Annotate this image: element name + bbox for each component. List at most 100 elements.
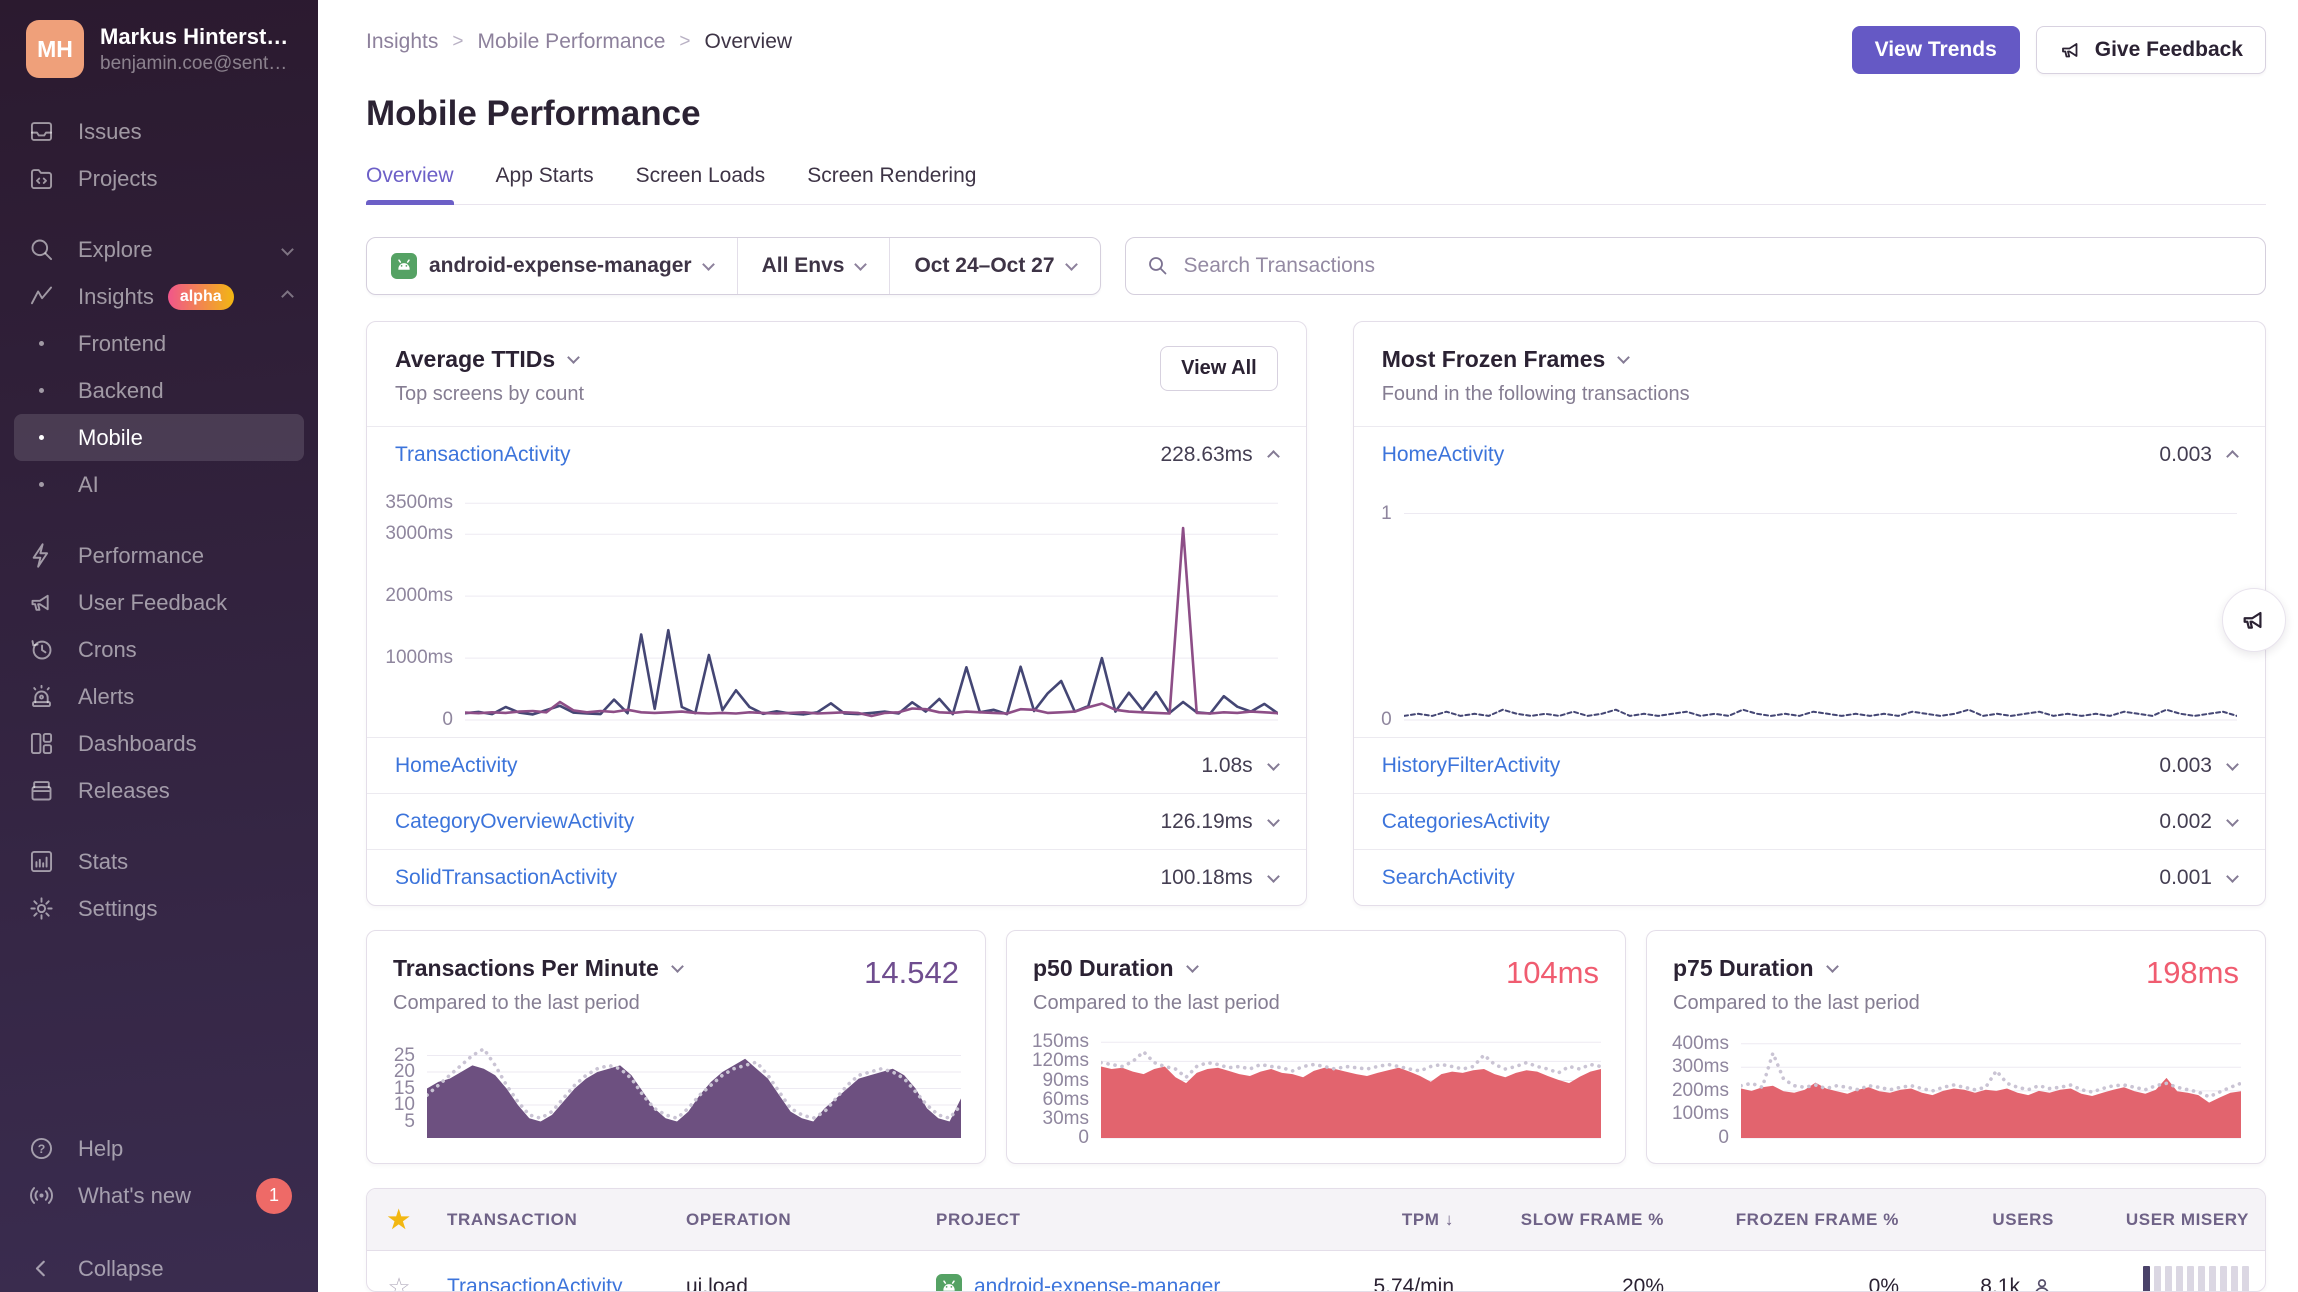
column-header-tpm[interactable]: TPM ↓ xyxy=(1290,1210,1470,1230)
sidebar-item-backend[interactable]: Backend xyxy=(14,367,304,414)
sidebar-item-alerts[interactable]: Alerts xyxy=(14,673,304,720)
p50-title[interactable]: p50 Duration xyxy=(1033,955,1280,982)
sidebar-item-help[interactable]: ? Help xyxy=(14,1125,304,1172)
sidebar-item-projects[interactable]: Projects xyxy=(14,155,304,202)
column-header-project[interactable]: PROJECT xyxy=(920,1210,1290,1230)
transaction-link[interactable]: HomeActivity xyxy=(395,754,518,778)
sidebar-item-insights[interactable]: Insights alpha xyxy=(14,273,304,320)
sidebar-item-stats[interactable]: Stats xyxy=(14,838,304,885)
view-trends-button[interactable]: View Trends xyxy=(1852,26,2020,74)
projects-icon xyxy=(26,165,56,192)
average-ttids-card: Average TTIDs Top screens by count View … xyxy=(366,321,1307,906)
sidebar-item-ai[interactable]: AI xyxy=(14,461,304,508)
transaction-link[interactable]: CategoriesActivity xyxy=(1382,810,1550,834)
transaction-link[interactable]: TransactionActivity xyxy=(395,443,570,467)
card-subtitle: Found in the following transactions xyxy=(1382,383,1690,406)
svg-text:?: ? xyxy=(37,1142,45,1156)
view-all-button[interactable]: View All xyxy=(1160,346,1278,391)
sidebar-item-dashboards[interactable]: Dashboards xyxy=(14,720,304,767)
bullet-icon xyxy=(26,435,56,440)
sidebar-item-issues[interactable]: Issues xyxy=(14,108,304,155)
card-title-label: p75 Duration xyxy=(1673,955,1814,982)
frozen-row-homeactivity[interactable]: HomeActivity 0.003 xyxy=(1354,427,2265,483)
ttid-row-solidtransactionactivity[interactable]: SolidTransactionActivity 100.18ms xyxy=(367,849,1306,905)
sidebar-item-frontend[interactable]: Frontend xyxy=(14,320,304,367)
card-subtitle: Compared to the last period xyxy=(1033,992,1280,1015)
average-ttids-title[interactable]: Average TTIDs xyxy=(395,346,584,373)
tab-app-starts[interactable]: App Starts xyxy=(496,164,594,204)
column-header-transaction[interactable]: TRANSACTION xyxy=(431,1210,670,1230)
frozen-row-historyfilteractivity[interactable]: HistoryFilterActivity 0.003 xyxy=(1354,737,2265,793)
column-header-users[interactable]: USERS xyxy=(1915,1210,2070,1230)
feedback-widget-button[interactable] xyxy=(2222,588,2286,652)
sidebar-item-mobile[interactable]: Mobile xyxy=(14,414,304,461)
frozen-row-categoriesactivity[interactable]: CategoriesActivity 0.002 xyxy=(1354,793,2265,849)
transaction-search[interactable] xyxy=(1125,237,2266,295)
transaction-link[interactable]: TransactionActivity xyxy=(447,1275,622,1292)
p50-duration-card: p50 Duration Compared to the last period… xyxy=(1006,930,1626,1164)
project-filter[interactable]: android-expense-manager xyxy=(367,238,737,294)
tpm-cell: 5.74/min xyxy=(1290,1275,1470,1292)
transaction-link[interactable]: SolidTransactionActivity xyxy=(395,866,617,890)
sidebar-item-label: Projects xyxy=(78,166,157,192)
sidebar-item-crons[interactable]: Crons xyxy=(14,626,304,673)
give-feedback-button[interactable]: Give Feedback xyxy=(2036,26,2266,74)
project-filter-value: android-expense-manager xyxy=(429,254,692,278)
sidebar-collapse-button[interactable]: Collapse xyxy=(14,1245,304,1292)
star-empty-icon[interactable]: ☆ xyxy=(367,1272,431,1292)
ttid-value: 100.18ms xyxy=(1160,866,1252,890)
ttid-row-categoryoverviewactivity[interactable]: CategoryOverviewActivity 126.19ms xyxy=(367,793,1306,849)
environment-filter[interactable]: All Envs xyxy=(737,238,890,294)
slow-frame-cell: 20% xyxy=(1470,1275,1680,1292)
column-header-user-misery[interactable]: USER MISERY xyxy=(2070,1210,2265,1230)
sidebar-item-user-feedback[interactable]: User Feedback xyxy=(14,579,304,626)
p75-title[interactable]: p75 Duration xyxy=(1673,955,1920,982)
transaction-link[interactable]: SearchActivity xyxy=(1382,866,1515,890)
siren-icon xyxy=(26,683,56,710)
sidebar-item-releases[interactable]: Releases xyxy=(14,767,304,814)
clock-icon xyxy=(26,636,56,663)
ttid-row-homeactivity[interactable]: HomeActivity 1.08s xyxy=(367,737,1306,793)
frozen-row-searchactivity[interactable]: SearchActivity 0.001 xyxy=(1354,849,2265,905)
archive-icon xyxy=(26,777,56,804)
column-header-frozen-frame[interactable]: FROZEN FRAME % xyxy=(1680,1210,1915,1230)
tpm-value: 14.542 xyxy=(864,955,959,991)
transaction-link[interactable]: CategoryOverviewActivity xyxy=(395,810,634,834)
user-email: benjamin.coe@sent… xyxy=(100,53,288,75)
date-range-filter[interactable]: Oct 24–Oct 27 xyxy=(889,238,1099,294)
frozen-value: 0.001 xyxy=(2159,866,2212,890)
insights-icon xyxy=(26,283,56,310)
chevron-down-icon xyxy=(1617,351,1630,364)
search-input[interactable] xyxy=(1184,254,2245,278)
users-cell: 8.1k xyxy=(1980,1275,2054,1292)
most-frozen-frames-title[interactable]: Most Frozen Frames xyxy=(1382,346,1690,373)
breadcrumb-separator: > xyxy=(452,31,463,53)
breadcrumb-insights[interactable]: Insights xyxy=(366,30,438,54)
transaction-link[interactable]: HistoryFilterActivity xyxy=(1382,754,1561,778)
chevron-down-icon xyxy=(671,960,684,973)
tab-screen-rendering[interactable]: Screen Rendering xyxy=(807,164,976,204)
tab-screen-loads[interactable]: Screen Loads xyxy=(636,164,766,204)
column-header-operation[interactable]: OPERATION xyxy=(670,1210,920,1230)
transaction-link[interactable]: HomeActivity xyxy=(1382,443,1505,467)
org-user-menu[interactable]: MH Markus Hinterst… benjamin.coe@sent… xyxy=(14,16,304,82)
sidebar-item-performance[interactable]: Performance xyxy=(14,532,304,579)
ttid-value: 228.63ms xyxy=(1160,443,1252,467)
broadcast-icon xyxy=(26,1182,56,1209)
card-title-label: Transactions Per Minute xyxy=(393,955,659,982)
sidebar-item-whats-new[interactable]: What's new 1 xyxy=(14,1172,304,1219)
tab-overview[interactable]: Overview xyxy=(366,164,454,204)
project-link[interactable]: android-expense-manager xyxy=(974,1275,1220,1292)
star-filled-icon[interactable]: ★ xyxy=(367,1205,431,1235)
chevron-down-icon xyxy=(2226,758,2239,771)
ttid-row-transactionactivity[interactable]: TransactionActivity 228.63ms xyxy=(367,427,1306,483)
frozen-value: 0.002 xyxy=(2159,810,2212,834)
p50-value: 104ms xyxy=(1506,955,1599,991)
sidebar-item-explore[interactable]: Explore xyxy=(14,226,304,273)
frozen-value: 0.003 xyxy=(2159,754,2212,778)
column-header-slow-frame[interactable]: SLOW FRAME % xyxy=(1470,1210,1680,1230)
sidebar-item-settings[interactable]: Settings xyxy=(14,885,304,932)
tpm-title[interactable]: Transactions Per Minute xyxy=(393,955,682,982)
breadcrumb-mobile-performance[interactable]: Mobile Performance xyxy=(477,30,665,54)
ttid-value: 1.08s xyxy=(1201,754,1252,778)
